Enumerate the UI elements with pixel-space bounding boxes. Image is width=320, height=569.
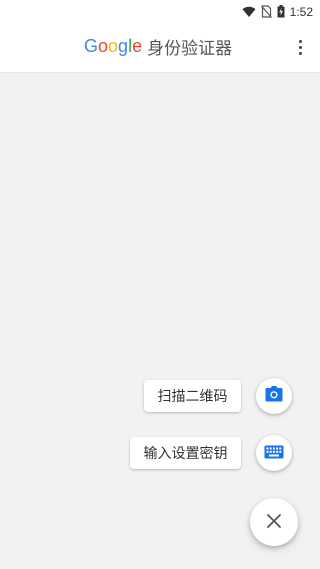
enter-key-label-button[interactable]: 输入设置密钥 [130, 437, 241, 469]
no-sim-icon [260, 3, 272, 22]
app-bar: Google 身份验证器 [0, 24, 320, 73]
google-logo: Google [84, 35, 143, 56]
scan-qr-label-button[interactable]: 扫描二维码 [144, 380, 241, 412]
status-bar: 1:52 [0, 0, 320, 24]
app-title: Google 身份验证器 [84, 33, 232, 59]
battery-charging-icon [277, 3, 285, 22]
enter-key-button[interactable] [256, 435, 292, 471]
status-icons: 1:52 [242, 3, 313, 21]
close-fab-button[interactable] [250, 498, 298, 546]
scan-qr-button[interactable] [256, 378, 292, 414]
close-icon [267, 513, 281, 532]
status-time: 1:52 [289, 5, 313, 19]
enter-key-label: 输入设置密钥 [143, 446, 228, 462]
wifi-icon [242, 3, 256, 22]
page-title: 身份验证器 [147, 38, 233, 59]
more-vert-icon[interactable] [294, 37, 306, 57]
keyboard-icon [264, 444, 284, 463]
camera-icon [265, 386, 283, 406]
scan-qr-label: 扫描二维码 [157, 389, 228, 405]
